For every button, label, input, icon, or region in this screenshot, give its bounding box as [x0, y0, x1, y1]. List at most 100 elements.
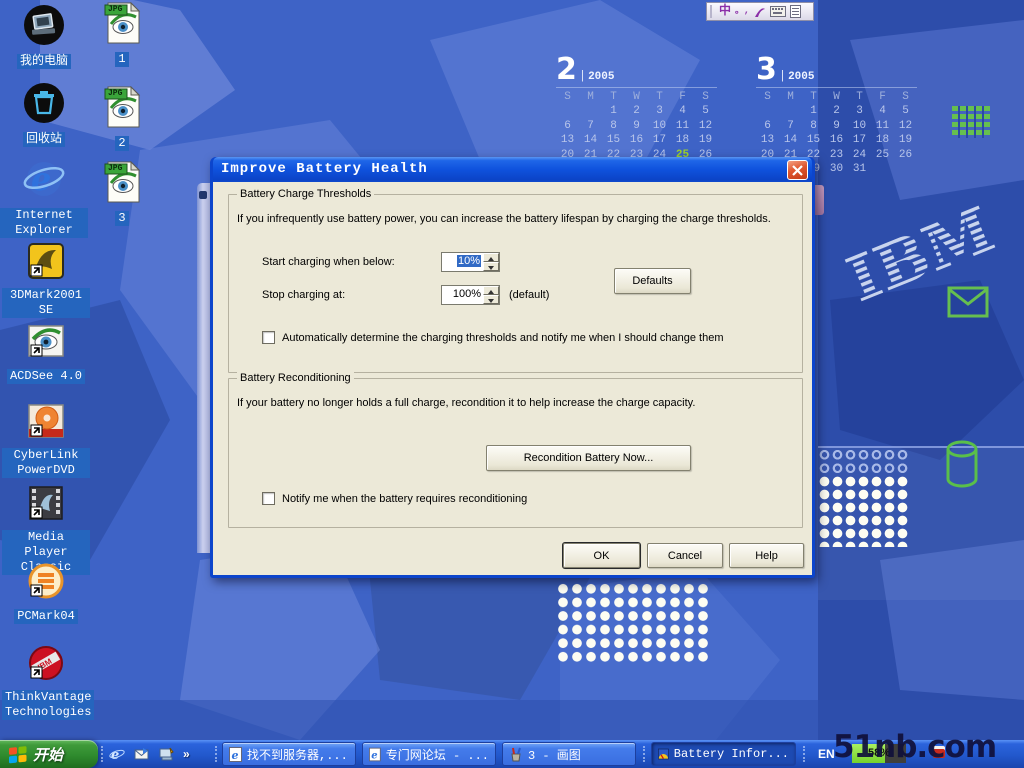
spinner-up-button[interactable] — [483, 253, 499, 262]
brush-mode-icon[interactable] — [753, 5, 766, 19]
auto-determine-checkbox[interactable] — [262, 331, 275, 344]
icon-label: 3 — [115, 211, 128, 226]
dialog-body: Battery Charge Thresholds If you infrequ… — [213, 182, 812, 575]
mail-icon — [947, 286, 989, 318]
desktop-icon-3dmark2001[interactable]: 3DMark2001 SE — [2, 241, 90, 318]
internet-explorer-quick-icon[interactable]: e — [108, 745, 126, 763]
desktop-icon-recycle-bin[interactable]: 回收站 — [0, 82, 88, 147]
dialog-titlebar[interactable]: Improve Battery Health — [213, 157, 812, 182]
desktop-icon-my-computer[interactable]: 我的电脑 — [0, 4, 88, 69]
group-legend: Battery Charge Thresholds — [237, 188, 374, 200]
calendar-day-header: S — [894, 90, 917, 104]
task-button-paint[interactable]: 3 - 画图 — [502, 742, 636, 766]
spinner-down-button[interactable] — [483, 295, 499, 304]
chinese-ime-icon[interactable]: 中 — [719, 3, 731, 20]
thresholds-description: If you infrequently use battery power, y… — [237, 213, 795, 225]
svg-text:e: e — [232, 749, 239, 762]
calendar-day: 6 — [756, 119, 779, 133]
defaults-button[interactable]: Defaults — [614, 268, 691, 294]
desktop-icon-jpg-1[interactable]: JPG 1 — [78, 2, 166, 67]
start-charging-value: 10% — [457, 255, 481, 267]
desktop-icon-jpg-2[interactable]: JPG 2 — [78, 86, 166, 151]
task-label: 专门网论坛 - ... — [386, 746, 489, 763]
recondition-battery-now-button[interactable]: Recondition Battery Now... — [486, 445, 691, 471]
calendar-day: 9 — [825, 119, 848, 133]
desktop-icon-thinkvantage[interactable]: IBM ThinkVantage Technologies — [2, 643, 90, 720]
start-button[interactable]: 开始 — [0, 740, 98, 768]
calendar-day: 3 — [848, 104, 871, 118]
calendar-day: 17 — [648, 133, 671, 147]
outlook-express-quick-icon[interactable] — [133, 745, 151, 763]
task-button-server-not-found[interactable]: e 找不到服务器,... — [222, 742, 356, 766]
ie-page-icon: e — [369, 747, 381, 762]
calendar-day-empty — [871, 162, 894, 176]
calendar-day-empty — [894, 162, 917, 176]
spinner-buttons — [483, 253, 499, 271]
icon-label: PCMark04 — [14, 609, 78, 624]
notify-reconditioning-checkbox[interactable] — [262, 492, 275, 505]
calendar-day: 18 — [671, 133, 694, 147]
group-legend: Battery Reconditioning — [237, 372, 354, 384]
calendar-day: 10 — [648, 119, 671, 133]
language-bar[interactable]: 中 。, — [706, 2, 814, 21]
calendar-day: 7 — [779, 119, 802, 133]
quick-launch-overflow-chevron[interactable]: » — [183, 747, 190, 761]
help-button[interactable]: Help — [729, 543, 804, 568]
icon-label: 1 — [115, 52, 128, 67]
taskbar-separator[interactable] — [215, 746, 220, 762]
my-computer-icon — [23, 4, 65, 46]
stop-charging-label: Stop charging at: — [262, 289, 345, 301]
calendar-day: 2 — [825, 104, 848, 118]
calendar-day: 16 — [825, 133, 848, 147]
calendar-day: 15 — [602, 133, 625, 147]
ok-button[interactable]: OK — [563, 543, 640, 568]
background-window-left-edge — [197, 183, 210, 553]
spinner-up-button[interactable] — [483, 286, 499, 295]
punctuation-mode-icon[interactable]: 。, — [735, 3, 749, 20]
desktop-icon-internet-explorer[interactable]: e Internet Explorer — [0, 157, 88, 238]
icon-label: ThinkVantage Technologies — [2, 690, 94, 720]
improve-battery-health-dialog: Improve Battery Health Battery Charge Th… — [210, 157, 815, 578]
calendar-day: 3 — [648, 104, 671, 118]
task-button-battery-information[interactable]: Battery Infor... — [651, 742, 796, 766]
language-bar-grip[interactable] — [710, 5, 715, 18]
calendar-day: 16 — [625, 133, 648, 147]
icon-label: 回收站 — [23, 132, 65, 147]
calendar-day-header: T — [602, 90, 625, 104]
calendar-day-header: T — [848, 90, 871, 104]
calendar-day-header: S — [694, 90, 717, 104]
battery-charge-thresholds-group: Battery Charge Thresholds If you infrequ… — [228, 194, 803, 373]
stop-charging-value: 100% — [453, 288, 481, 300]
battery-reconditioning-group: Battery Reconditioning If your battery n… — [228, 378, 803, 528]
calendar-day: 5 — [694, 104, 717, 118]
ime-menu-icon[interactable] — [790, 5, 801, 18]
taskbar-separator[interactable] — [101, 746, 106, 762]
start-charging-spinner[interactable]: 10% — [441, 252, 500, 272]
calendar-grid: SMTWTFS 12345 6789101112 13141516171819 … — [556, 87, 717, 162]
desktop-icon-acdsee[interactable]: ACDSee 4.0 — [2, 321, 90, 384]
quick-launch: e » — [108, 740, 190, 768]
taskbar-separator[interactable] — [643, 746, 648, 762]
calendar-day-header: F — [871, 90, 894, 104]
desktop-icon-jpg-3[interactable]: JPG 3 — [78, 161, 166, 226]
cancel-button[interactable]: Cancel — [647, 543, 723, 568]
spinner-down-button[interactable] — [483, 262, 499, 271]
desktop-icon-pcmark04[interactable]: PCMark04 — [2, 561, 90, 624]
calendar-day: 13 — [756, 133, 779, 147]
desktop-icon-powerdvd[interactable]: CyberLink PowerDVD — [2, 401, 90, 478]
month-year: 2005 — [788, 71, 814, 83]
jpg-badge: JPG — [108, 164, 122, 173]
soft-keyboard-icon[interactable] — [770, 6, 786, 17]
icon-label: 3DMark2001 SE — [2, 288, 90, 318]
taskbar-separator[interactable] — [803, 746, 808, 762]
calendar-day: 11 — [871, 119, 894, 133]
month-divider: | — [579, 69, 586, 83]
icon-label: CyberLink PowerDVD — [2, 448, 90, 478]
show-desktop-quick-icon[interactable] — [158, 745, 176, 763]
close-button[interactable] — [787, 160, 808, 180]
task-button-forum[interactable]: e 专门网论坛 - ... — [362, 742, 496, 766]
paint-icon — [509, 747, 523, 762]
start-label: 开始 — [33, 744, 63, 765]
windows-flag-icon — [8, 744, 28, 764]
stop-charging-spinner[interactable]: 100% — [441, 285, 500, 305]
